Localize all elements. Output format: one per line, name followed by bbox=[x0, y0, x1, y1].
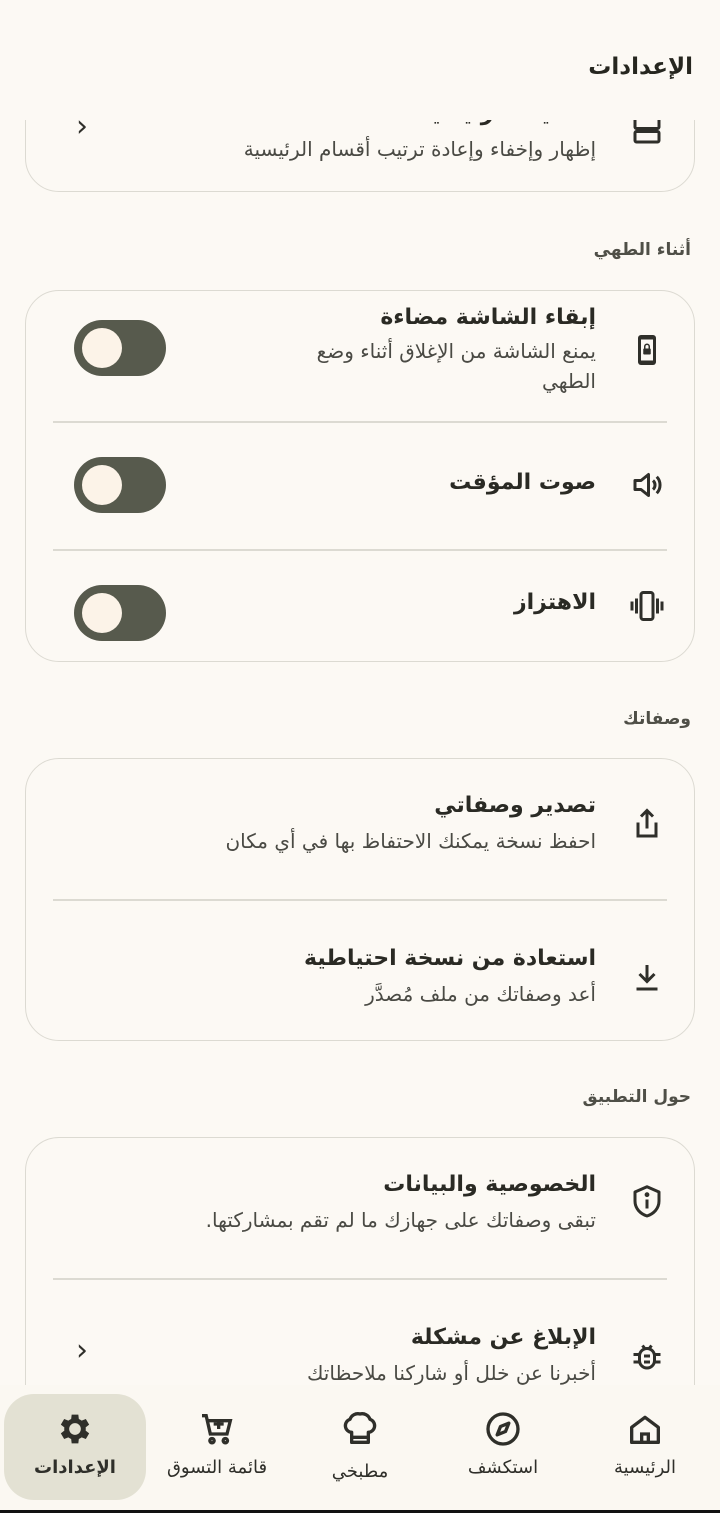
timer-sound-toggle[interactable] bbox=[74, 457, 166, 513]
nav-home-label: الرئيسية bbox=[614, 1457, 676, 1478]
vibration-row[interactable]: الاهتزاز bbox=[26, 550, 694, 662]
share-upload-icon bbox=[628, 805, 666, 843]
report-issue-title: الإبلاغ عن مشكلة bbox=[410, 1325, 596, 1350]
toggle-knob bbox=[82, 465, 122, 505]
keep-screen-on-row[interactable]: إبقاء الشاشة مضاءة يمنع الشاشة من الإغلا… bbox=[26, 291, 694, 421]
page-title: الإعدادات bbox=[588, 54, 693, 80]
nav-home[interactable]: الرئيسية bbox=[574, 1385, 716, 1503]
section-title-recipes: وصفاتك bbox=[623, 709, 691, 729]
timer-sound-row[interactable]: صوت المؤقت bbox=[26, 422, 694, 548]
toggle-knob bbox=[82, 593, 122, 633]
section-title-cooking: أثناء الطهي bbox=[593, 240, 691, 260]
bug-icon bbox=[628, 1337, 666, 1375]
about-card: الخصوصية والبيانات تبقى وصفاتك على جهازك… bbox=[25, 1137, 695, 1385]
nav-explore[interactable]: استكشف bbox=[432, 1385, 574, 1503]
privacy-subtitle: تبقى وصفاتك على جهازك ما لم تقم بمشاركته… bbox=[205, 1208, 596, 1232]
nav-settings-label: الإعدادات bbox=[34, 1457, 116, 1478]
keep-screen-on-title: إبقاء الشاشة مضاءة bbox=[380, 305, 596, 330]
keep-screen-on-subtitle-2: الطهي bbox=[542, 369, 596, 393]
restore-backup-subtitle: أعد وصفاتك من ملف مُصدَّر bbox=[365, 982, 596, 1006]
timer-sound-title: صوت المؤقت bbox=[449, 470, 596, 495]
privacy-title: الخصوصية والبيانات bbox=[383, 1172, 596, 1197]
privacy-row[interactable]: الخصوصية والبيانات تبقى وصفاتك على جهازك… bbox=[26, 1138, 694, 1278]
nav-settings[interactable]: الإعدادات bbox=[4, 1385, 146, 1503]
vibration-title: الاهتزاز bbox=[513, 590, 596, 615]
keep-screen-on-subtitle-1: يمنع الشاشة من الإغلاق أثناء وضع bbox=[316, 339, 596, 363]
recipes-card: تصدير وصفاتي احفظ نسخة يمكنك الاحتفاظ به… bbox=[25, 758, 695, 1041]
chevron-left-icon: ‹ bbox=[76, 1333, 88, 1368]
settings-scroll-area[interactable]: تخطيط الرئيسية إظهار وإخفاء وإعادة ترتيب… bbox=[0, 0, 720, 1385]
nav-explore-label: استكشف bbox=[467, 1457, 539, 1478]
bottom-navigation: الرئيسية استكشف مطبخي قائمة التسوق الإعد… bbox=[0, 1385, 720, 1513]
report-issue-row[interactable]: الإبلاغ عن مشكلة أخبرنا عن خلل أو شاركنا… bbox=[26, 1279, 694, 1385]
home-icon bbox=[625, 1409, 665, 1449]
download-icon bbox=[628, 958, 666, 996]
section-title-about: حول التطبيق bbox=[582, 1087, 692, 1107]
vibration-icon bbox=[628, 587, 666, 625]
cart-icon bbox=[197, 1409, 237, 1449]
app-bar: الإعدادات bbox=[0, 0, 720, 120]
restore-backup-title: استعادة من نسخة احتياطية bbox=[303, 946, 596, 971]
vibration-toggle[interactable] bbox=[74, 585, 166, 641]
nav-my-kitchen[interactable]: مطبخي bbox=[289, 1385, 431, 1503]
nav-shopping-list-label: قائمة التسوق bbox=[166, 1457, 268, 1478]
keep-screen-on-toggle[interactable] bbox=[74, 320, 166, 376]
report-issue-subtitle: أخبرنا عن خلل أو شاركنا ملاحظاتك bbox=[306, 1361, 596, 1385]
export-recipes-title: تصدير وصفاتي bbox=[434, 793, 596, 818]
toggle-knob bbox=[82, 328, 122, 368]
export-recipes-subtitle: احفظ نسخة يمكنك الاحتفاظ بها في أي مكان bbox=[225, 829, 596, 853]
phone-lock-icon bbox=[628, 331, 666, 369]
compass-icon bbox=[483, 1409, 523, 1449]
chef-hat-icon bbox=[340, 1409, 380, 1449]
nav-shopping-list[interactable]: قائمة التسوق bbox=[146, 1385, 288, 1503]
restore-backup-row[interactable]: استعادة من نسخة احتياطية أعد وصفاتك من م… bbox=[26, 900, 694, 1040]
home-layout-subtitle: إظهار وإخفاء وإعادة ترتيب أقسام الرئيسية bbox=[243, 137, 596, 161]
volume-icon bbox=[628, 466, 666, 504]
gear-icon bbox=[55, 1409, 95, 1449]
export-recipes-row[interactable]: تصدير وصفاتي احفظ نسخة يمكنك الاحتفاظ به… bbox=[26, 759, 694, 899]
shield-info-icon bbox=[628, 1182, 666, 1220]
nav-my-kitchen-label: مطبخي bbox=[331, 1461, 389, 1482]
cooking-card: إبقاء الشاشة مضاءة يمنع الشاشة من الإغلا… bbox=[25, 290, 695, 662]
